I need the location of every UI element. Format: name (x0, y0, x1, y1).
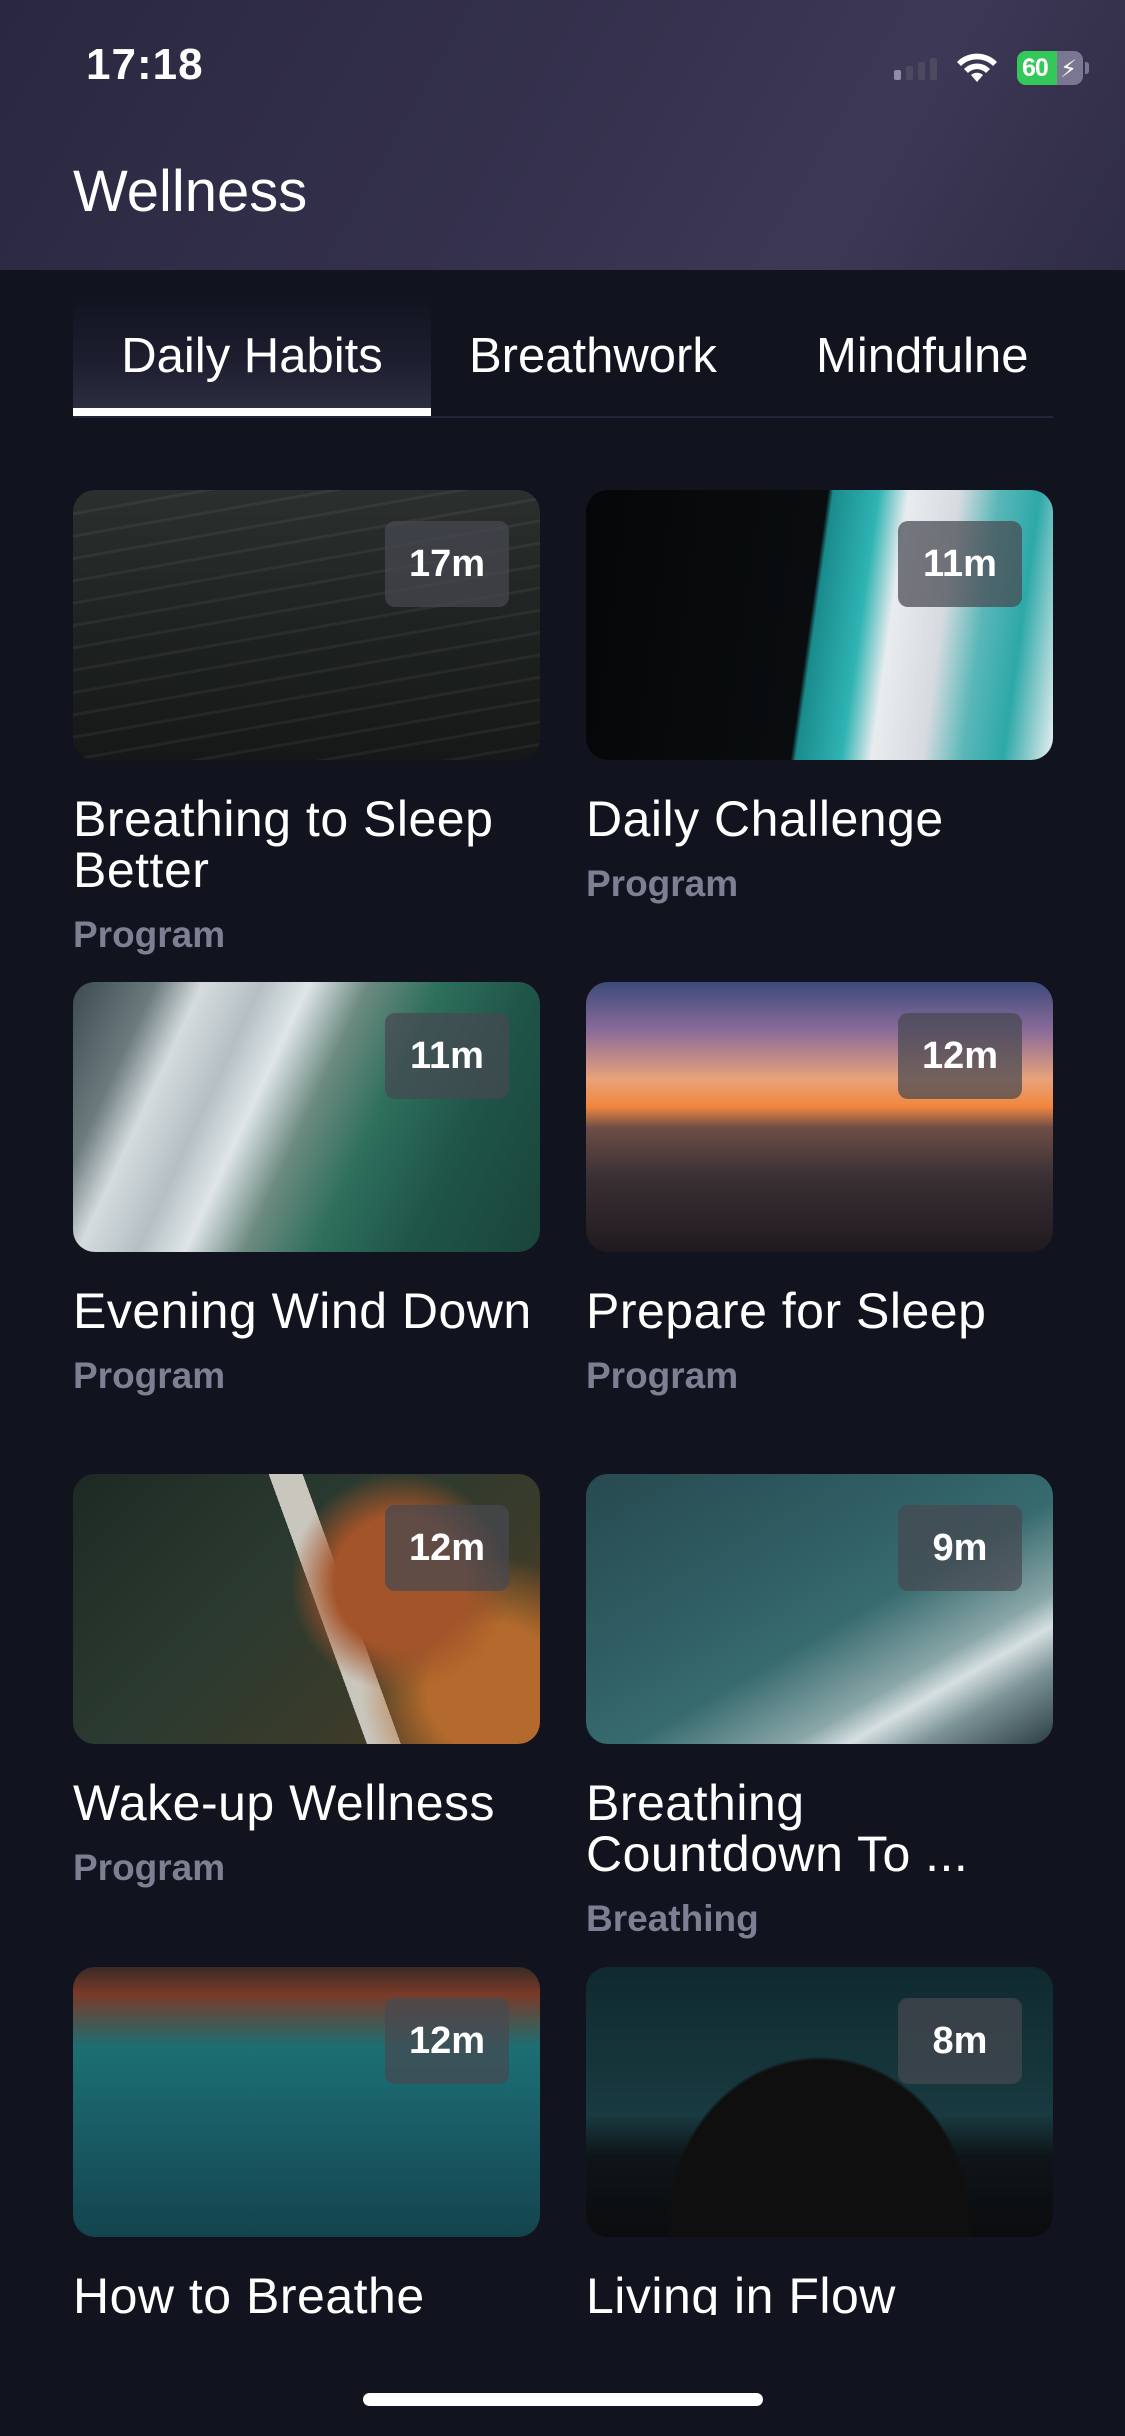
tab-breathwork[interactable]: Breathwork (469, 296, 717, 416)
card-type: Program (73, 914, 226, 955)
card-title: Living in Flow (586, 2268, 896, 2316)
card-type: Program (73, 1847, 226, 1888)
card-type: Program (586, 1355, 739, 1396)
program-card[interactable]: 11m Daily Challenge Program (586, 490, 1053, 905)
page-title: Wellness (73, 159, 308, 224)
program-card[interactable]: 9m Breathing Countdown To ... Breathing (586, 1474, 1053, 1940)
duration-badge: 12m (385, 1505, 509, 1591)
status-time: 17:18 (86, 40, 204, 89)
tab-daily-habits[interactable]: Daily Habits (73, 296, 431, 416)
card-thumbnail: 8m (586, 1967, 1053, 2237)
charging-bolt-icon: ⚡ (1060, 56, 1077, 83)
duration-badge: 11m (385, 1013, 509, 1099)
duration-badge: 8m (898, 1998, 1022, 2084)
card-thumbnail: 9m (586, 1474, 1053, 1744)
wifi-icon (957, 53, 997, 82)
card-thumbnail: 17m (73, 490, 540, 760)
program-card[interactable]: 17m Breathing to Sleep Better Program (73, 490, 540, 956)
card-thumbnail: 11m (73, 982, 540, 1252)
battery-percentage: 60 (1022, 53, 1049, 82)
card-thumbnail: 12m (586, 982, 1053, 1252)
card-thumbnail: 11m (586, 490, 1053, 760)
card-title: Breathing to Sleep Better (73, 791, 494, 898)
card-thumbnail: 12m (73, 1967, 540, 2237)
battery-icon: 60 ⚡ (1017, 51, 1089, 85)
status-indicators: 60 ⚡ (894, 46, 1089, 90)
active-tab-indicator (73, 408, 431, 416)
category-tabs: Daily Habits Breathwork Mindfulne (73, 296, 1053, 418)
card-type: Program (586, 863, 739, 904)
card-title: Wake-up Wellness (73, 1775, 496, 1831)
card-title: Evening Wind Down (73, 1283, 532, 1339)
program-card[interactable]: 12m How to Breathe (73, 1967, 540, 2315)
card-title: Daily Challenge (586, 791, 944, 847)
tab-mindfulness[interactable]: Mindfulne (816, 296, 1029, 416)
program-card[interactable]: 12m Wake-up Wellness Program (73, 1474, 540, 1889)
card-title: Breathing Countdown To ... (586, 1775, 969, 1882)
header: 17:18 60 ⚡ Wellness (0, 0, 1125, 270)
duration-badge: 17m (385, 521, 509, 607)
card-title: How to Breathe (73, 2268, 425, 2316)
cellular-signal-icon (894, 56, 937, 80)
home-indicator[interactable] (363, 2393, 763, 2406)
card-type: Program (73, 1355, 226, 1396)
program-card[interactable]: 12m Prepare for Sleep Program (586, 982, 1053, 1397)
card-thumbnail: 12m (73, 1474, 540, 1744)
card-type: Breathing (586, 1898, 759, 1939)
duration-badge: 12m (898, 1013, 1022, 1099)
card-title: Prepare for Sleep (586, 1283, 987, 1339)
duration-badge: 9m (898, 1505, 1022, 1591)
tab-label: Mindfulne (816, 329, 1029, 383)
program-card[interactable]: 8m Living in Flow (586, 1967, 1053, 2315)
duration-badge: 12m (385, 1998, 509, 2084)
tab-label: Breathwork (469, 329, 717, 383)
program-card[interactable]: 11m Evening Wind Down Program (73, 982, 540, 1397)
program-grid: 17m Breathing to Sleep Better Program 11… (73, 490, 1053, 2315)
duration-badge: 11m (898, 521, 1022, 607)
tab-label: Daily Habits (121, 329, 383, 383)
